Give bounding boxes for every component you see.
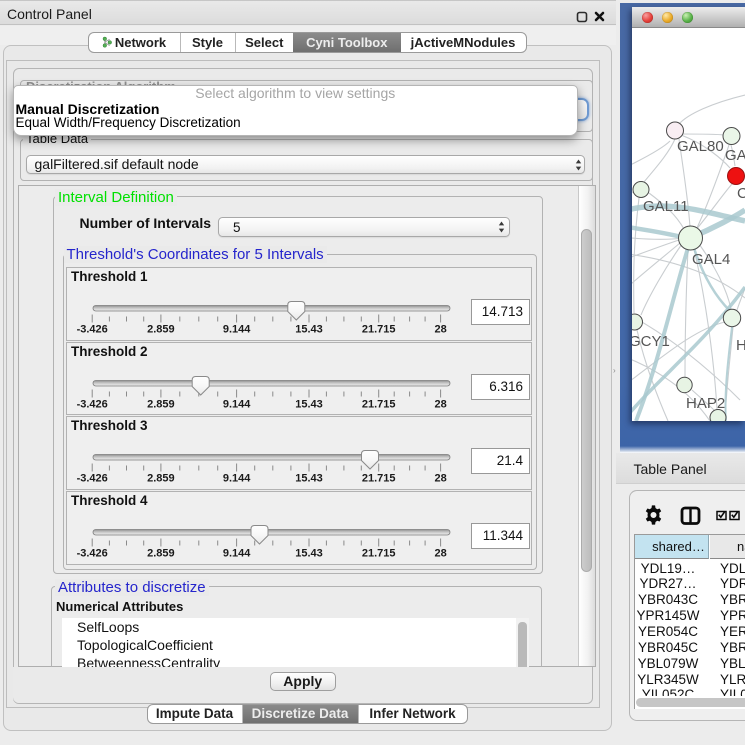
svg-text:HAP2: HAP2: [686, 395, 725, 412]
svg-text:GA: GA: [725, 147, 745, 164]
svg-text:GCY1: GCY1: [632, 333, 670, 350]
svg-text:H: H: [736, 337, 745, 354]
svg-text:C: C: [737, 185, 745, 202]
svg-text:GAL80: GAL80: [677, 138, 724, 155]
svg-text:GAL4: GAL4: [692, 251, 730, 268]
svg-text:GAL11: GAL11: [643, 198, 689, 215]
